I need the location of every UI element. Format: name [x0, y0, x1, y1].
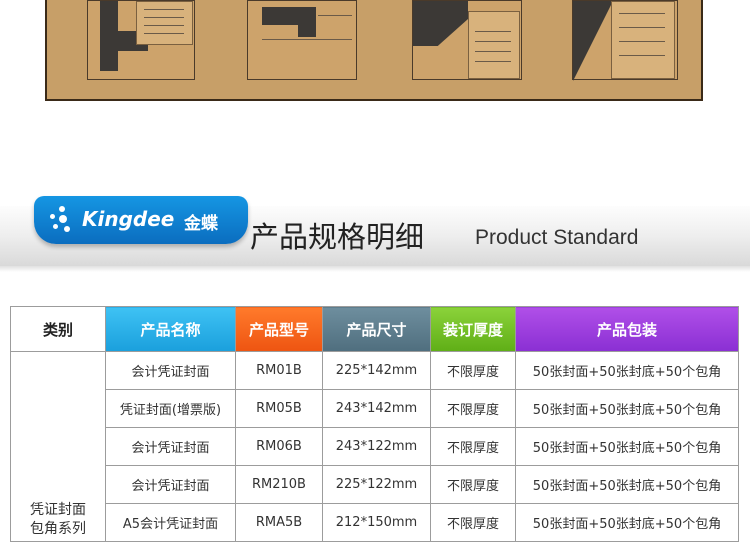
cell-size: 225*142mm — [322, 351, 431, 390]
cell-thickness: 不限厚度 — [430, 503, 516, 542]
cell-model: RM06B — [235, 427, 323, 466]
table-row: 凭证封面 包角系列 会计凭证封面 RM01B 225*142mm 不限厚度 50… — [10, 351, 739, 542]
table-row: A5会计凭证封面 RMA5B 212*150mm 不限厚度 50张封面+50张封… — [11, 503, 739, 542]
header-size: 产品尺寸 — [322, 306, 431, 352]
cell-name: 会计凭证封面 — [105, 465, 236, 504]
table-header-row: 类别 产品名称 产品型号 产品尺寸 装订厚度 产品包装 — [10, 306, 739, 352]
cell-name: 凭证封面(增票版) — [105, 389, 236, 428]
cell-package: 50张封面+50张封底+50个包角 — [515, 427, 739, 466]
logo-text-en: Kingdee — [82, 207, 175, 231]
cell-size: 212*150mm — [322, 503, 431, 542]
cell-model: RM05B — [235, 389, 323, 428]
cell-package: 50张封面+50张封底+50个包角 — [515, 503, 739, 542]
header-package: 产品包装 — [515, 306, 739, 352]
table-row: 凭证封面(增票版) RM05B 243*142mm 不限厚度 50张封面+50张… — [11, 389, 739, 428]
section-banner: Kingdee 金蝶 产品规格明细 Product Standard — [0, 196, 750, 276]
cell-model: RM210B — [235, 465, 323, 504]
section-subtitle: Product Standard — [475, 226, 639, 249]
logo-text-cn: 金蝶 — [184, 214, 218, 234]
kingdee-dots-icon — [50, 206, 76, 234]
cell-thickness: 不限厚度 — [430, 351, 516, 390]
cell-model: RMA5B — [235, 503, 323, 542]
header-name: 产品名称 — [105, 306, 236, 352]
table-row: 会计凭证封面 RM210B 225*122mm 不限厚度 50张封面+50张封底… — [11, 465, 739, 504]
cell-package: 50张封面+50张封底+50个包角 — [515, 465, 739, 504]
cell-thickness: 不限厚度 — [430, 427, 516, 466]
voucher-cover-photo-2 — [247, 0, 357, 80]
cell-name: 会计凭证封面 — [105, 351, 236, 390]
cell-name: 会计凭证封面 — [105, 427, 236, 466]
header-category: 类别 — [10, 306, 106, 352]
spec-table: 类别 产品名称 产品型号 产品尺寸 装订厚度 产品包装 凭证封面 包角系列 会计… — [10, 306, 739, 542]
section-title: 产品规格明细 — [250, 220, 425, 254]
kingdee-logo: Kingdee 金蝶 — [34, 196, 248, 244]
cell-name: A5会计凭证封面 — [105, 503, 236, 542]
voucher-cover-photo-3 — [412, 0, 522, 80]
cell-package: 50张封面+50张封底+50个包角 — [515, 389, 739, 428]
header-model: 产品型号 — [235, 306, 323, 352]
header-thickness: 装订厚度 — [430, 306, 516, 352]
voucher-cover-photo-1 — [87, 0, 195, 80]
category-cell: 凭证封面 包角系列 — [10, 351, 106, 542]
cell-package: 50张封面+50张封底+50个包角 — [515, 351, 739, 390]
product-photo-panel — [45, 0, 703, 101]
table-row: 会计凭证封面 RM06B 243*122mm 不限厚度 50张封面+50张封底+… — [11, 427, 739, 466]
cell-size: 243*142mm — [322, 389, 431, 428]
cell-thickness: 不限厚度 — [430, 389, 516, 428]
cell-thickness: 不限厚度 — [430, 465, 516, 504]
voucher-cover-photo-4 — [572, 0, 678, 81]
cell-size: 225*122mm — [322, 465, 431, 504]
cell-size: 243*122mm — [322, 427, 431, 466]
cell-model: RM01B — [235, 351, 323, 390]
